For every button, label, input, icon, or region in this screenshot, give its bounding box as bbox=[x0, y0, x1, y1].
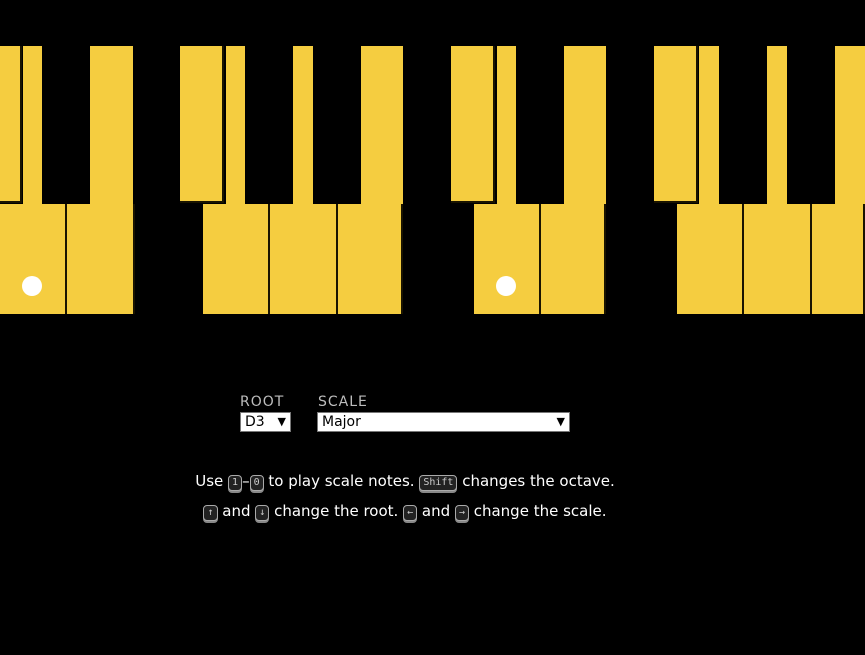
piano-key[interactable] bbox=[67, 204, 135, 314]
piano-key[interactable] bbox=[338, 204, 403, 314]
piano-key[interactable] bbox=[564, 46, 606, 204]
help-text: change the root. bbox=[274, 502, 399, 520]
piano-key[interactable] bbox=[180, 46, 224, 203]
piano-keyboard[interactable] bbox=[0, 0, 865, 330]
help-text: to play scale notes. bbox=[268, 472, 415, 490]
scale-select[interactable]: Major ▼ bbox=[317, 412, 570, 432]
piano-key[interactable] bbox=[226, 46, 245, 204]
piano-key[interactable] bbox=[23, 46, 42, 204]
piano-key[interactable] bbox=[744, 204, 812, 314]
piano-key[interactable] bbox=[474, 204, 541, 314]
piano-key[interactable] bbox=[90, 46, 133, 204]
key-right: → bbox=[454, 505, 469, 521]
help-text: Use bbox=[195, 472, 224, 490]
piano-key[interactable] bbox=[699, 46, 719, 204]
root-value: D3 bbox=[245, 414, 265, 430]
piano-key[interactable] bbox=[812, 204, 865, 314]
chevron-down-icon: ▼ bbox=[277, 415, 286, 428]
help-text: – bbox=[242, 472, 250, 490]
piano-key[interactable] bbox=[497, 46, 516, 204]
piano-key[interactable] bbox=[677, 204, 744, 314]
key-up: ↑ bbox=[203, 505, 218, 521]
piano-key[interactable] bbox=[451, 46, 495, 203]
help-text: change the scale. bbox=[473, 502, 607, 520]
help-line-2: ↑ and ↓ change the root. ← and → change … bbox=[0, 502, 810, 521]
help-text: and bbox=[222, 502, 251, 520]
piano-key[interactable] bbox=[0, 204, 67, 314]
key-down: ↓ bbox=[255, 505, 270, 521]
scale-value: Major bbox=[322, 414, 361, 430]
help-text: and bbox=[421, 502, 451, 520]
root-select[interactable]: D3 ▼ bbox=[240, 412, 291, 432]
piano-key[interactable] bbox=[361, 46, 403, 204]
key-0: 0 bbox=[249, 475, 264, 491]
piano-key[interactable] bbox=[0, 46, 22, 203]
help-line-1: Use 1–0 to play scale notes. Shift chang… bbox=[0, 472, 810, 491]
piano-key[interactable] bbox=[767, 46, 787, 204]
chevron-down-icon: ▼ bbox=[556, 415, 565, 428]
key-left: ← bbox=[403, 505, 418, 521]
help-text: changes the octave. bbox=[462, 472, 615, 490]
piano-key[interactable] bbox=[270, 204, 338, 314]
piano-key[interactable] bbox=[541, 204, 606, 314]
piano-key[interactable] bbox=[654, 46, 698, 203]
root-marker bbox=[22, 276, 42, 296]
root-label: ROOT bbox=[240, 394, 285, 410]
key-shift: Shift bbox=[419, 475, 458, 491]
key-1: 1 bbox=[228, 475, 243, 491]
piano-key[interactable] bbox=[203, 204, 270, 314]
scale-label: SCALE bbox=[318, 394, 368, 410]
root-marker bbox=[496, 276, 516, 296]
piano-key[interactable] bbox=[835, 46, 865, 204]
piano-key[interactable] bbox=[293, 46, 313, 204]
